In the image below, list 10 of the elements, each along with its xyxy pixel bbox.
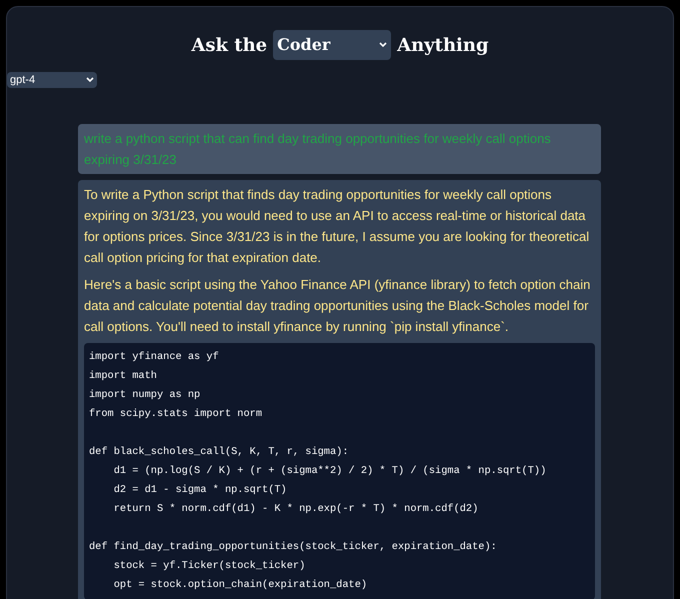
user-message: write a python script that can find day trading opportunities for weekly call options expiring 3/31/23 xyxy=(78,124,601,174)
page-title: Ask the xyxy=(191,34,268,58)
model-select[interactable]: gpt-4 xyxy=(7,72,97,88)
code-block: import yfinance as yf import math import numpy as np from scipy.stats import norm def black_scholes_call(S, K, T, r, sigma): d1 = (np.log(S / K) + (r + (sigma**2) / 2) * T) / (sigma * np.sqrt(T)) d2 = d1 - sigma * np.sqrt(T) return S * norm.cdf(d1) - K * np.exp(-r * T) * norm.cdf(d2) def find_day_trading_opportunities(stock_ticker, expiration_date): stock = yf.Ticker(stock_ticker) opt = stock.option_chain(expiration_date) xyxy=(84,343,595,599)
persona-select[interactable]: Coder xyxy=(273,30,392,60)
response-paragraph: To write a Python script that finds day trading opportunities for weekly call options expiring on 3/31/23, you would need to use an API to access real-time or historical data for options prices. Since 3/31/23 is in the future, I assume you are looking for theoretical call option pricing for that expiration date. xyxy=(84,186,590,267)
response-paragraph: Here's a basic script using the Yahoo Finance API (yfinance library) to fetch option chain data and calculate potential day trading opportunities using the Black-Scholes model for call options. You'll need to install yfinance by running `pip install yfinance`. xyxy=(84,276,592,336)
chevron-down-icon xyxy=(379,42,388,48)
chevron-down-icon xyxy=(86,77,94,83)
page-title: Anything xyxy=(397,34,489,58)
